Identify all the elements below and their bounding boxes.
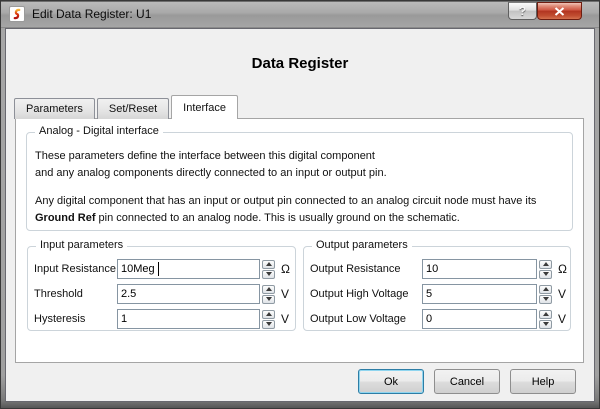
field-row: Threshold V (34, 284, 289, 304)
spin-down-button[interactable] (262, 270, 275, 279)
edit-data-register-dialog: Edit Data Register: U1 ? Data Register P… (0, 0, 600, 409)
arrow-up-icon (543, 287, 549, 291)
arrow-down-icon (543, 297, 549, 301)
field-row: Output Resistance Ω (310, 259, 564, 279)
tab-label: Parameters (26, 103, 83, 115)
unit-label: Ω (558, 262, 567, 276)
spinner (539, 285, 552, 304)
spinner (262, 310, 275, 329)
group-label: Output parameters (312, 239, 412, 251)
field-row: Output High Voltage V (310, 284, 564, 304)
arrow-up-icon (266, 287, 272, 291)
output-resistance-spinbox (422, 259, 552, 279)
spin-up-button[interactable] (539, 285, 552, 294)
tab-label: Interface (183, 102, 226, 114)
help-button-label: Help (532, 376, 555, 388)
help-caption-button[interactable]: ? (508, 2, 537, 20)
titlebar[interactable]: Edit Data Register: U1 ? (1, 1, 599, 28)
arrow-down-icon (266, 272, 272, 276)
window-title: Edit Data Register: U1 (32, 7, 151, 21)
field-label: Hysteresis (34, 313, 117, 325)
spin-down-button[interactable] (262, 320, 275, 329)
interface-tab-page: Analog - Digital interface These paramet… (15, 118, 584, 363)
unit-label: Ω (281, 262, 290, 276)
cancel-button[interactable]: Cancel (434, 369, 500, 394)
output-low-voltage-spinbox (422, 309, 552, 329)
threshold-spinbox (117, 284, 275, 304)
unit-label: V (281, 312, 289, 326)
output-resistance-field[interactable] (422, 259, 537, 279)
info-paragraph-2: Any digital component that has an input … (35, 193, 564, 227)
app-icon (9, 6, 25, 22)
arrow-up-icon (266, 312, 272, 316)
spin-down-button[interactable] (262, 295, 275, 304)
ok-button[interactable]: Ok (358, 369, 424, 394)
arrow-down-icon (266, 297, 272, 301)
arrow-up-icon (266, 262, 272, 266)
spin-up-button[interactable] (262, 310, 275, 319)
field-label: Output Low Voltage (310, 313, 422, 325)
output-high-voltage-spinbox (422, 284, 552, 304)
field-label: Threshold (34, 288, 117, 300)
spinner (262, 260, 275, 279)
spin-down-button[interactable] (539, 295, 552, 304)
unit-label: V (558, 287, 566, 301)
spin-down-button[interactable] (539, 270, 552, 279)
field-row: Hysteresis V (34, 309, 289, 329)
arrow-down-icon (543, 322, 549, 326)
field-row: Output Low Voltage V (310, 309, 564, 329)
spin-up-button[interactable] (539, 310, 552, 319)
close-icon (554, 7, 565, 16)
spin-down-button[interactable] (539, 320, 552, 329)
button-row: Ok Cancel Help (348, 369, 576, 394)
tab-bar: Parameters Set/Reset Interface (14, 95, 240, 119)
spin-up-button[interactable] (539, 260, 552, 269)
arrow-up-icon (543, 312, 549, 316)
output-high-voltage-field[interactable] (422, 284, 537, 304)
help-button[interactable]: Help (510, 369, 576, 394)
hysteresis-field[interactable] (117, 309, 260, 329)
unit-label: V (281, 287, 289, 301)
cancel-button-label: Cancel (450, 376, 484, 388)
input-parameters-group: Input parameters Input Resistance Ω T (27, 246, 296, 331)
threshold-field[interactable] (117, 284, 260, 304)
spinner (539, 310, 552, 329)
field-row: Input Resistance Ω (34, 259, 289, 279)
spin-up-button[interactable] (262, 260, 275, 269)
ground-ref-emphasis: Ground Ref (35, 212, 96, 224)
group-label: Input parameters (36, 239, 127, 251)
unit-label: V (558, 312, 566, 326)
arrow-down-icon (543, 272, 549, 276)
text-caret (158, 262, 159, 276)
input-resistance-spinbox (117, 259, 275, 279)
tab-parameters[interactable]: Parameters (14, 98, 95, 119)
analog-digital-interface-group: Analog - Digital interface These paramet… (26, 132, 573, 231)
close-button[interactable] (537, 2, 582, 20)
field-label: Output High Voltage (310, 288, 422, 300)
question-icon: ? (519, 4, 526, 18)
group-label: Analog - Digital interface (35, 125, 163, 137)
input-resistance-field[interactable] (117, 259, 260, 279)
arrow-down-icon (266, 322, 272, 326)
spin-up-button[interactable] (262, 285, 275, 294)
output-parameters-group: Output parameters Output Resistance Ω Ou… (303, 246, 571, 331)
output-low-voltage-field[interactable] (422, 309, 537, 329)
dialog-body: Data Register Parameters Set/Reset Inter… (5, 28, 595, 402)
tab-set-reset[interactable]: Set/Reset (97, 98, 169, 119)
tab-interface[interactable]: Interface (171, 95, 238, 119)
spinner (262, 285, 275, 304)
ok-button-label: Ok (384, 376, 398, 388)
hysteresis-spinbox (117, 309, 275, 329)
info-paragraph-1: These parameters define the interface be… (35, 148, 564, 182)
field-label: Input Resistance (34, 263, 117, 275)
tab-label: Set/Reset (109, 103, 157, 115)
dialog-heading: Data Register (6, 55, 594, 72)
arrow-up-icon (543, 262, 549, 266)
field-label: Output Resistance (310, 263, 422, 275)
spinner (539, 260, 552, 279)
